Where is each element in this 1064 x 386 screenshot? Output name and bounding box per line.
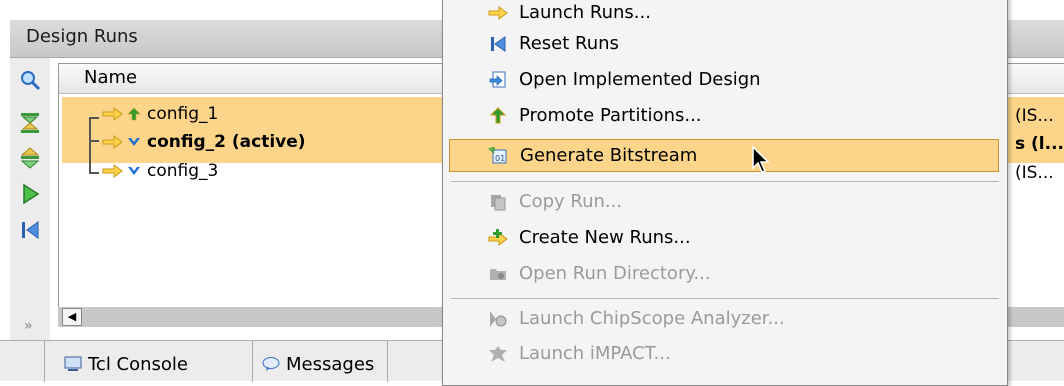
create-runs-icon: [488, 228, 508, 248]
chipscope-icon: [488, 309, 508, 329]
menu-item-label: Open Run Directory...: [519, 263, 711, 284]
menu-item-label: Open Implemented Design: [519, 69, 761, 90]
expand-all-icon[interactable]: [18, 146, 42, 170]
panel-title: Design Runs: [26, 26, 138, 47]
menu-item-label: Launch iMPACT...: [519, 343, 671, 364]
menu-item-label: Reset Runs: [519, 33, 619, 54]
promote-icon: [488, 106, 508, 126]
run-name: config_1: [147, 104, 219, 124]
run-arrow-icon: [102, 163, 124, 183]
tab-label: Messages: [286, 353, 375, 375]
side-toolbar: [10, 58, 50, 340]
folder-icon: [488, 264, 508, 284]
promote-status-icon: [127, 106, 141, 126]
svg-text:01: 01: [495, 154, 505, 163]
run-status-cell: (IS...: [1015, 106, 1054, 126]
check-status-icon: [127, 134, 141, 154]
mouse-pointer-icon: [752, 145, 772, 179]
menu-item-label: Launch ChipScope Analyzer...: [519, 308, 785, 329]
menu-item-launch-runs[interactable]: Launch Runs...: [443, 0, 1007, 29]
chevron-down-icon[interactable]: »: [24, 318, 33, 334]
context-menu: Launch Runs... Reset Runs Open Implement…: [442, 0, 1008, 386]
menu-separator: [451, 298, 999, 299]
menu-item-reset-runs[interactable]: Reset Runs: [443, 28, 1007, 60]
search-icon[interactable]: [18, 68, 42, 92]
menu-item-label: Launch Runs...: [519, 2, 651, 23]
menu-item-label: Create New Runs...: [519, 227, 691, 248]
run-arrow-icon: [102, 134, 124, 154]
run-arrow-icon: [102, 106, 124, 126]
run-status-cell: s (l...: [1015, 134, 1064, 154]
tab-messages[interactable]: Messages: [262, 347, 374, 381]
menu-separator: [451, 181, 999, 182]
impact-icon: [488, 344, 508, 364]
run-name: config_3: [147, 161, 219, 181]
menu-item-label: Generate Bitstream: [520, 145, 698, 166]
copy-icon: [488, 192, 508, 212]
open-design-icon: [488, 70, 508, 90]
tab-tcl-console[interactable]: Tcl Console: [64, 347, 188, 381]
menu-item-open-implemented-design[interactable]: Open Implemented Design: [443, 64, 1007, 96]
launch-run-icon[interactable]: [18, 182, 42, 206]
run-name: config_2 (active): [147, 132, 306, 152]
menu-item-generate-bitstream[interactable]: 01 Generate Bitstream: [449, 139, 999, 172]
menu-item-open-run-directory[interactable]: Open Run Directory...: [443, 258, 1007, 290]
menu-item-launch-impact[interactable]: Launch iMPACT...: [443, 338, 1007, 370]
run-status-cell: (IS...: [1015, 163, 1054, 183]
menu-item-create-new-runs[interactable]: Create New Runs...: [443, 222, 1007, 254]
menu-item-label: Promote Partitions...: [519, 105, 702, 126]
tab-label: Tcl Console: [88, 353, 189, 375]
menu-item-launch-chipscope[interactable]: Launch ChipScope Analyzer...: [443, 303, 1007, 335]
check-status-icon: [127, 163, 141, 183]
menu-item-copy-run[interactable]: Copy Run...: [443, 186, 1007, 218]
console-icon: [64, 356, 82, 372]
scroll-left-button[interactable]: ◀: [62, 308, 82, 326]
collapse-all-icon[interactable]: [18, 111, 42, 135]
reset-runs-icon[interactable]: [18, 218, 42, 242]
bitstream-icon: 01: [488, 146, 508, 166]
messages-icon: [262, 356, 280, 372]
launch-icon: [488, 3, 508, 23]
menu-item-promote-partitions[interactable]: Promote Partitions...: [443, 100, 1007, 132]
menu-item-label: Copy Run...: [519, 191, 623, 212]
reset-icon: [488, 34, 508, 54]
column-header-label: Name: [84, 67, 138, 88]
